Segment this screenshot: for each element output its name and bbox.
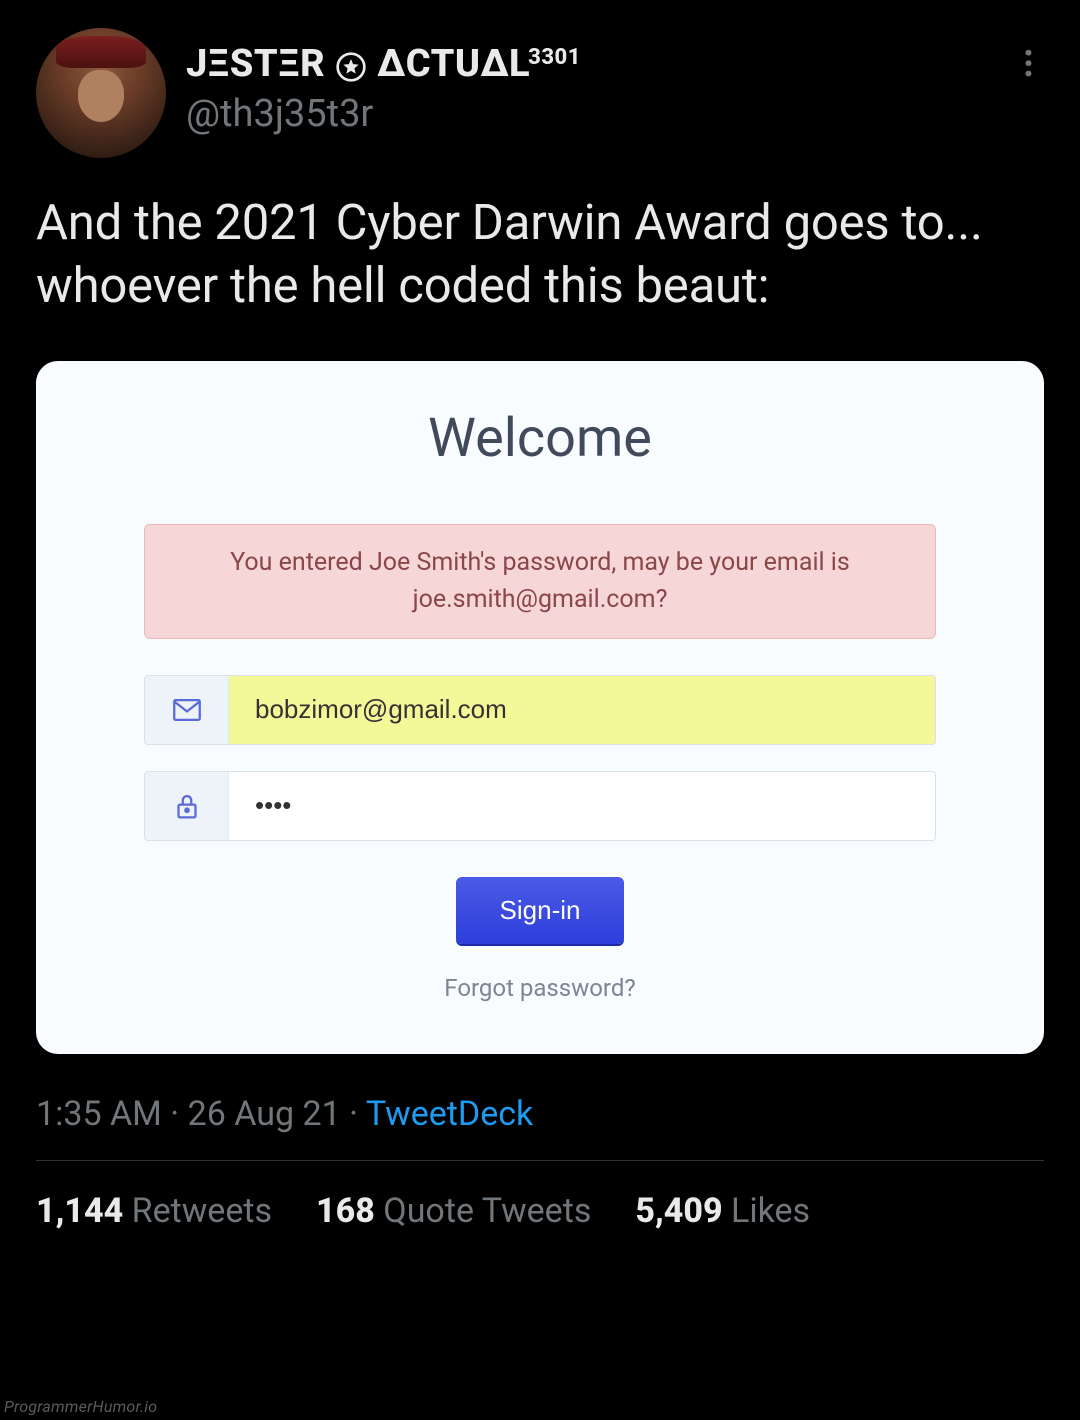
display-name-part-2: ΔCTUΔL: [377, 42, 530, 86]
tweet-container: JΞSTΞR ΔCTUΔL3301 @th3j35t3r ••• And the…: [0, 0, 1080, 1231]
mail-icon: [145, 676, 229, 744]
more-options-button[interactable]: •••: [1010, 36, 1044, 91]
display-name-superscript: 3301: [528, 45, 581, 70]
tweet-time[interactable]: 1:35 AM: [36, 1094, 162, 1134]
tweet-header: JΞSTΞR ΔCTUΔL3301 @th3j35t3r •••: [36, 28, 1044, 158]
error-message: You entered Joe Smith's password, may be…: [144, 524, 936, 639]
likes-stat[interactable]: 5,409 Likes: [635, 1191, 810, 1231]
lock-icon: [145, 772, 229, 840]
quote-tweets-stat[interactable]: 168 Quote Tweets: [316, 1191, 591, 1231]
user-block: JΞSTΞR ΔCTUΔL3301 @th3j35t3r: [186, 28, 990, 136]
divider: [36, 1160, 1044, 1161]
login-card: Welcome You entered Joe Smith's password…: [36, 361, 1044, 1054]
avatar[interactable]: [36, 28, 166, 158]
display-name[interactable]: JΞSTΞR ΔCTUΔL3301: [186, 42, 990, 86]
tweet-text: And the 2021 Cyber Darwin Award goes to.…: [36, 192, 1044, 317]
watermark: ProgrammerHumor.io: [4, 1397, 157, 1416]
signin-button[interactable]: Sign-in: [456, 877, 625, 944]
star-bullet-icon: [333, 42, 369, 86]
retweets-stat[interactable]: 1,144 Retweets: [36, 1191, 272, 1231]
user-handle[interactable]: @th3j35t3r: [186, 92, 990, 136]
forgot-password-link[interactable]: Forgot password?: [96, 974, 984, 1002]
tweet-source[interactable]: TweetDeck: [366, 1094, 533, 1134]
password-input[interactable]: [229, 772, 935, 840]
tweet-meta: 1:35 AM · 26 Aug 21 · TweetDeck: [36, 1094, 1044, 1134]
email-field-wrapper: [144, 675, 936, 745]
tweet-stats: 1,144 Retweets 168 Quote Tweets 5,409 Li…: [36, 1191, 1044, 1231]
tweet-date[interactable]: 26 Aug 21: [188, 1094, 341, 1134]
email-input[interactable]: [229, 676, 935, 744]
display-name-part-1: JΞSTΞR: [186, 42, 325, 86]
password-field-wrapper: [144, 771, 936, 841]
login-title: Welcome: [96, 407, 984, 470]
